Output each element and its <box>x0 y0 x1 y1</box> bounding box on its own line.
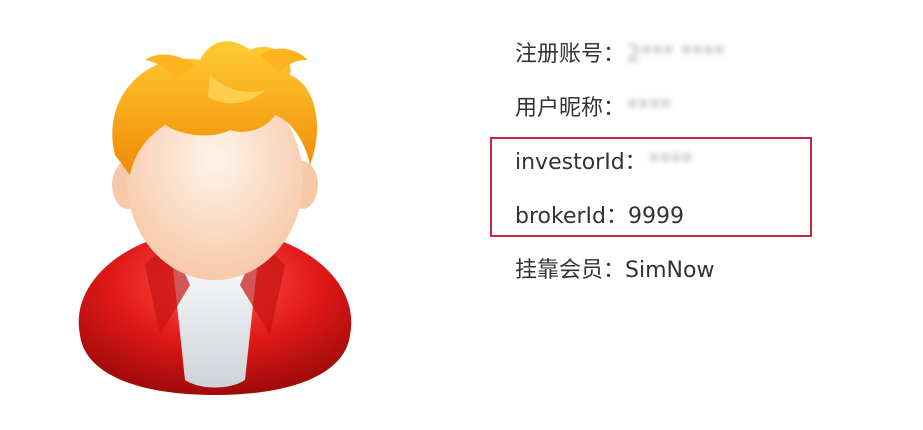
nickname-row: 用户昵称： **** <box>515 92 671 126</box>
investor-id-row: investorId： **** <box>515 146 693 180</box>
registered-account-label: 注册账号： <box>515 42 626 67</box>
nickname-label: 用户昵称： <box>515 96 626 121</box>
investor-id-label: investorId： <box>515 150 647 175</box>
user-avatar <box>60 35 370 405</box>
user-avatar-icon <box>78 41 352 395</box>
broker-id-label: brokerId： <box>515 204 628 229</box>
broker-id-row: brokerId： 9999 <box>515 200 684 234</box>
registered-account-row: 注册账号： 2*** **** <box>515 38 725 72</box>
registered-account-value: 2*** **** <box>627 42 726 67</box>
broker-id-value: 9999 <box>627 204 684 229</box>
nickname-value: **** <box>627 96 672 121</box>
investor-id-value: **** <box>648 150 693 175</box>
member-value: SimNow <box>625 258 715 283</box>
member-label: 挂靠会员： <box>515 258 626 283</box>
member-row: 挂靠会员： SimNow <box>515 254 714 288</box>
